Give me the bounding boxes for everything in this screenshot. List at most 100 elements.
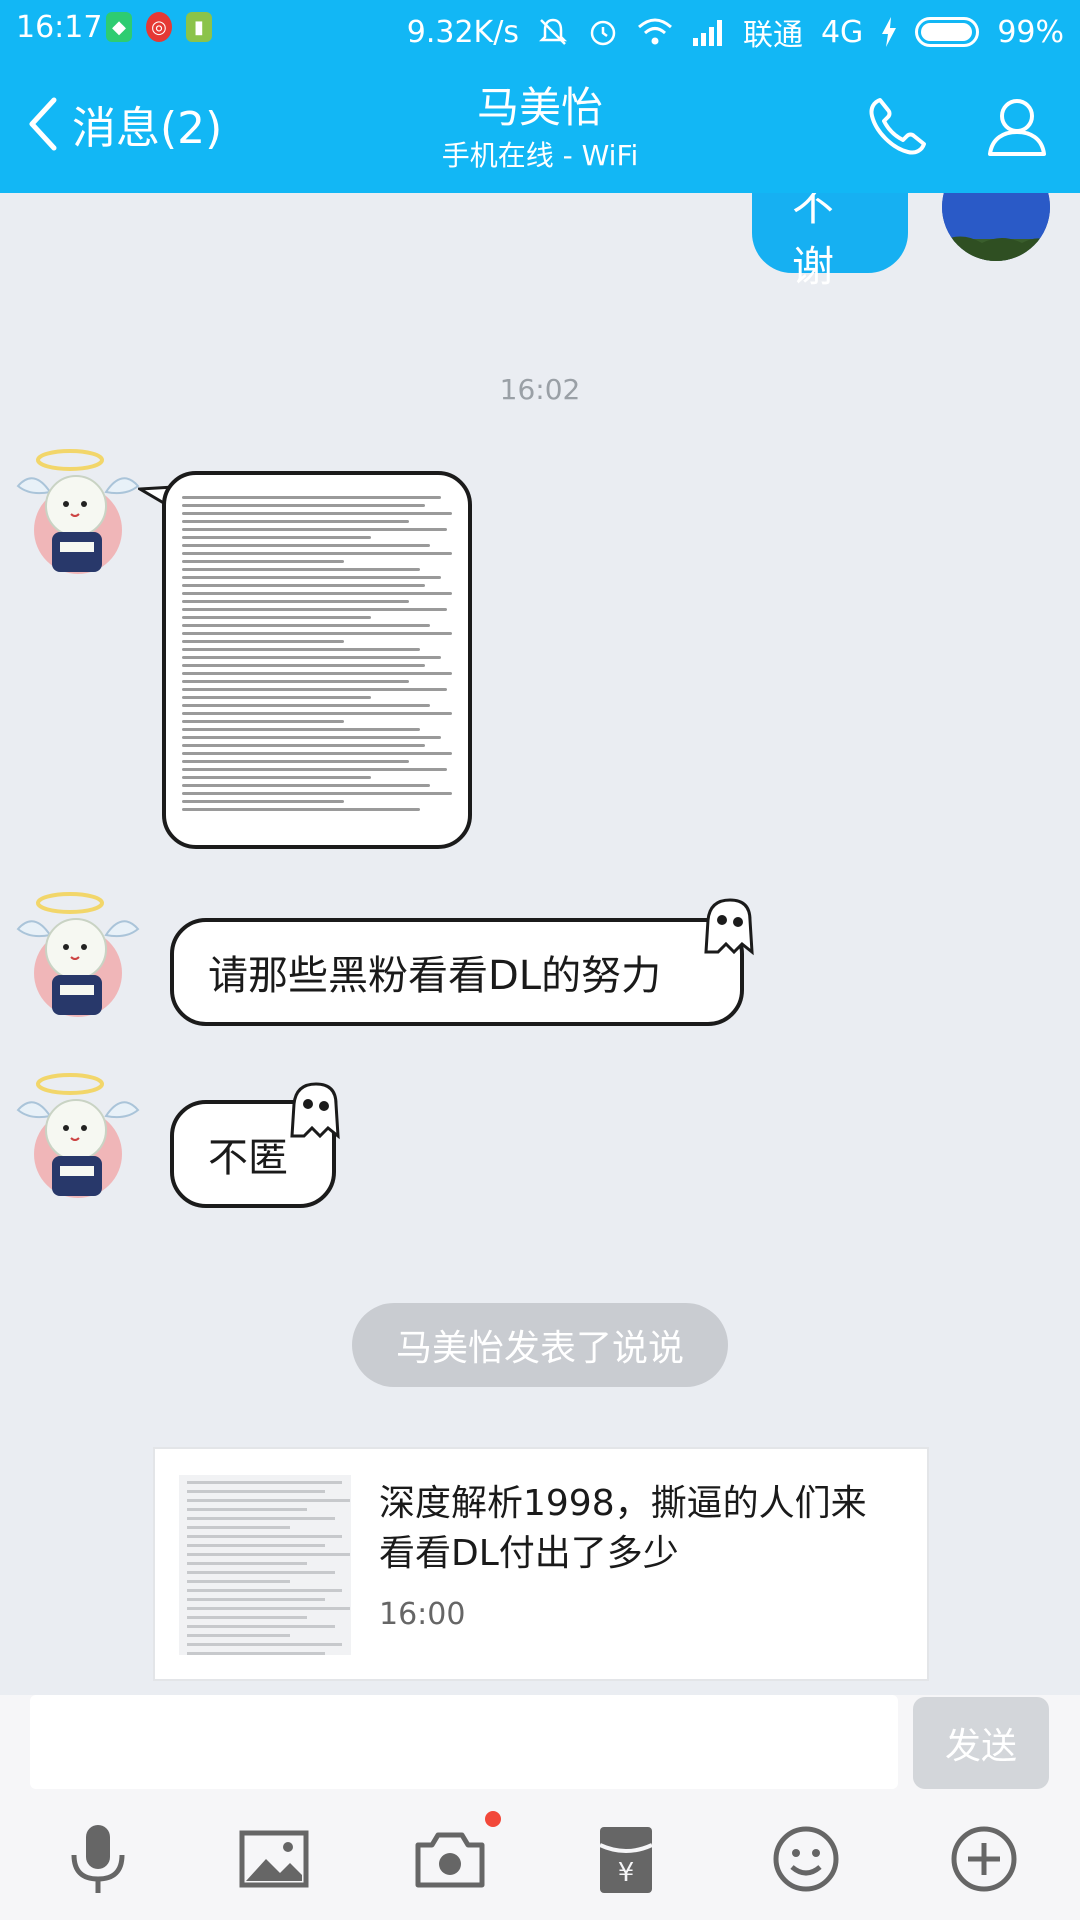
status-notification-icons: ◆ ◎ ▮: [106, 12, 212, 42]
wifi-icon: [637, 18, 672, 45]
profile-icon[interactable]: [982, 92, 1052, 162]
image-message-bubble[interactable]: [162, 471, 472, 849]
post-title: 深度解析1998，撕逼的人们来看看DL付出了多少: [379, 1483, 867, 1574]
image-icon[interactable]: [234, 1819, 314, 1899]
thumbnail-text-line: [182, 680, 409, 683]
back-button[interactable]: 消息(2): [24, 92, 222, 156]
contact-status: 手机在线 - WiFi: [441, 139, 639, 172]
thumbnail-text-line: [187, 1544, 325, 1547]
message-text: 不匿: [208, 1135, 288, 1181]
thumbnail-text-line: [187, 1616, 308, 1619]
notification-dot: [485, 1811, 501, 1827]
alarm-icon: [590, 20, 616, 46]
signal-icon: [692, 20, 722, 46]
thumbnail-text-line: [182, 696, 371, 699]
angel-mascot-avatar-icon: [16, 449, 140, 574]
contact-avatar[interactable]: [14, 1070, 144, 1200]
thumbnail-text-line: [187, 1643, 342, 1646]
thumbnail-text-line: [187, 1526, 291, 1529]
thumbnail-text-line: [187, 1571, 335, 1574]
camera-icon[interactable]: [410, 1819, 490, 1899]
contact-name: 马美怡: [476, 83, 603, 132]
thumbnail-text-line: [182, 616, 371, 619]
post-time: 16:00: [379, 1597, 466, 1632]
thumbnail-text-line: [187, 1517, 335, 1520]
my-message-bubble[interactable]: 不谢: [752, 193, 908, 291]
emoji-icon[interactable]: [766, 1819, 846, 1899]
thumbnail-text-line: [182, 704, 431, 707]
thumbnail-text-line: [182, 640, 344, 643]
thumbnail-text-line: [182, 656, 442, 659]
thumbnail-text-line: [182, 648, 420, 651]
angel-mascot-avatar-icon: [16, 1073, 140, 1198]
contact-avatar[interactable]: [14, 889, 144, 1019]
header: 16:17 ◆ ◎ ▮ 9.32K/s 联通 4G 99% 消息(2) 马美怡 …: [0, 0, 1080, 193]
thumbnail-text-line: [182, 712, 452, 715]
angel-mascot-avatar-icon: [16, 892, 140, 1017]
post-thumbnail: [179, 1475, 351, 1655]
thumbnail-text-line: [182, 504, 425, 507]
thumbnail-text-line: [182, 512, 452, 515]
phone-icon[interactable]: [862, 92, 932, 162]
thumbnail-text-line: [182, 792, 452, 795]
ghost-sticker-icon: [290, 1082, 340, 1140]
send-button[interactable]: 发送: [913, 1697, 1049, 1789]
my-message-text: 不谢: [792, 193, 835, 291]
thumbnail-text-line: [187, 1535, 342, 1538]
status-right: 9.32K/s 联通 4G 99%: [407, 10, 1064, 54]
thumbnail-text-line: [187, 1580, 291, 1583]
network-speed: 9.32K/s: [406, 14, 519, 50]
thumbnail-text-line: [182, 672, 452, 675]
chat-toolbar: ¥: [0, 1811, 1080, 1909]
thumbnail-text-line: [187, 1553, 351, 1556]
thumbnail-text-line: [182, 752, 452, 755]
thumbnail-text-line: [182, 496, 442, 499]
thumbnail-text-line: [182, 688, 447, 691]
avatar-landscape-icon: [942, 193, 1050, 261]
red-packet-icon[interactable]: ¥: [586, 1819, 666, 1899]
thumbnail-text-line: [182, 568, 420, 571]
thumbnail-text-line: [182, 536, 371, 539]
send-label: 发送: [944, 1726, 1017, 1767]
thumbnail-text-line: [182, 552, 452, 555]
thumbnail-text-line: [182, 560, 344, 563]
thumbnail-text-line: [187, 1607, 351, 1610]
thumbnail-text-line: [182, 520, 409, 523]
thumbnail-text-line: [182, 632, 452, 635]
thumbnail-text-line: [182, 728, 420, 731]
thumbnail-text-line: [182, 544, 431, 547]
chat-area[interactable]: 不谢 16:02 请那些黑粉看看DL的努力 不匿 马美怡发表了说说 深度解析19…: [0, 193, 1080, 1695]
thumbnail-text-line: [182, 624, 431, 627]
system-message: 马美怡发表了说说: [352, 1303, 728, 1387]
contact-info[interactable]: 马美怡 手机在线 - WiFi: [340, 80, 740, 174]
thumbnail-text-line: [187, 1490, 325, 1493]
microphone-icon[interactable]: [58, 1819, 138, 1899]
thumbnail-text-line: [187, 1652, 325, 1655]
thumbnail-text-line: [182, 584, 425, 587]
message-input[interactable]: [30, 1695, 898, 1789]
plus-icon[interactable]: [944, 1819, 1024, 1899]
thumbnail-text-line: [182, 808, 420, 811]
mute-bell-icon: [538, 18, 567, 45]
thumbnail-text-line: [182, 744, 425, 747]
thumbnail-text-line: [187, 1625, 335, 1628]
status-time: 16:17: [16, 10, 103, 45]
chat-timestamp: 16:02: [499, 373, 581, 406]
thumbnail-text-line: [182, 664, 425, 667]
text-message-bubble[interactable]: 请那些黑粉看看DL的努力: [170, 918, 744, 1026]
network-type: 4G: [820, 14, 864, 50]
system-message-text: 马美怡发表了说说: [395, 1328, 684, 1369]
thumbnail-text-line: [187, 1481, 342, 1484]
thumbnail-text-line: [187, 1562, 308, 1565]
contact-avatar[interactable]: [14, 446, 144, 576]
carrier-name: 联通: [742, 18, 803, 53]
screenshot-image: [182, 491, 452, 829]
my-avatar[interactable]: [942, 193, 1050, 261]
thumbnail-text-line: [182, 784, 431, 787]
status-bar: 16:17 ◆ ◎ ▮ 9.32K/s 联通 4G 99%: [0, 0, 1080, 56]
thumbnail-text-line: [182, 608, 447, 611]
back-label: 消息(2): [72, 103, 223, 154]
thumbnail-text-line: [182, 576, 442, 579]
ghost-sticker-icon: [704, 898, 754, 956]
shared-post-card[interactable]: 深度解析1998，撕逼的人们来看看DL付出了多少 16:00: [153, 1447, 929, 1681]
